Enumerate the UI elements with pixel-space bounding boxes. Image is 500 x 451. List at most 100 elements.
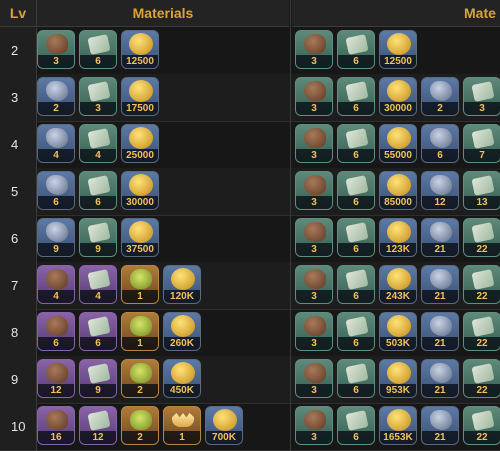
material-slot[interactable]: 6 [79, 312, 117, 351]
material-slot[interactable]: 30000 [379, 77, 417, 116]
material-slot[interactable]: 700K [205, 406, 243, 445]
material-slot[interactable]: 6 [337, 77, 375, 116]
material-slot[interactable]: 3 [295, 30, 333, 69]
material-slot[interactable]: 1 [163, 406, 201, 445]
wood-icon [46, 269, 68, 289]
material-slot[interactable]: 37500 [121, 218, 159, 257]
material-slot[interactable]: 4 [79, 124, 117, 163]
material-slot[interactable]: 6 [37, 171, 75, 210]
material-slot[interactable]: 1653K [379, 406, 417, 445]
material-count: 55000 [380, 149, 416, 162]
material-slot[interactable]: 3 [295, 312, 333, 351]
material-count: 6 [80, 196, 116, 209]
material-slot[interactable]: 12500 [121, 30, 159, 69]
material-slot[interactable]: 3 [463, 77, 500, 116]
material-slot[interactable]: 2 [121, 359, 159, 398]
material-slot[interactable]: 3 [295, 77, 333, 116]
level-number: 2 [11, 43, 19, 58]
material-slot[interactable]: 22 [463, 359, 500, 398]
material-slot[interactable]: 6 [337, 359, 375, 398]
material-slot[interactable]: 21 [421, 265, 459, 304]
material-slot[interactable]: 85000 [379, 171, 417, 210]
material-count: 700K [206, 431, 242, 444]
material-slot[interactable]: 6 [421, 124, 459, 163]
material-slot[interactable]: 6 [337, 218, 375, 257]
material-slot[interactable]: 21 [421, 312, 459, 351]
material-slot[interactable]: 12 [37, 359, 75, 398]
material-slot[interactable]: 1 [121, 312, 159, 351]
material-slot[interactable]: 9 [79, 359, 117, 398]
material-slot[interactable]: 30000 [121, 171, 159, 210]
material-slot[interactable]: 3 [295, 359, 333, 398]
material-slot[interactable]: 4 [37, 265, 75, 304]
material-slot[interactable]: 2 [121, 406, 159, 445]
material-slot[interactable]: 260K [163, 312, 201, 351]
material-slot[interactable]: 21 [421, 218, 459, 257]
material-slot[interactable]: 450K [163, 359, 201, 398]
material-slot[interactable]: 243K [379, 265, 417, 304]
material-count: 120K [164, 290, 200, 303]
material-slot[interactable]: 21 [421, 359, 459, 398]
material-count: 30000 [122, 196, 158, 209]
wood-icon [304, 269, 326, 289]
material-slot[interactable]: 25000 [121, 124, 159, 163]
material-count: 260K [164, 337, 200, 350]
material-count: 4 [38, 290, 74, 303]
material-slot[interactable]: 2 [421, 77, 459, 116]
material-slot[interactable]: 9 [37, 218, 75, 257]
material-slot[interactable]: 120K [163, 265, 201, 304]
material-slot[interactable]: 6 [37, 312, 75, 351]
material-slot[interactable]: 13 [463, 171, 500, 210]
material-slot[interactable]: 6 [337, 171, 375, 210]
material-slot[interactable]: 16 [37, 406, 75, 445]
material-slot[interactable]: 7 [463, 124, 500, 163]
material-slot[interactable]: 6 [337, 312, 375, 351]
material-slot[interactable]: 2 [37, 77, 75, 116]
material-slot[interactable]: 4 [37, 124, 75, 163]
wood-icon [46, 34, 68, 54]
level-cell: 10 [0, 403, 36, 450]
material-slot[interactable]: 12 [79, 406, 117, 445]
material-slot[interactable]: 22 [463, 265, 500, 304]
material-slot[interactable]: 3 [37, 30, 75, 69]
material-slot[interactable]: 953K [379, 359, 417, 398]
ore-icon [430, 175, 452, 195]
materials-group-next: 3 6 85000 12 13 [295, 171, 500, 210]
material-slot[interactable]: 6 [337, 124, 375, 163]
material-slot[interactable]: 22 [463, 312, 500, 351]
material-slot[interactable]: 3 [295, 124, 333, 163]
material-slot[interactable]: 6 [337, 30, 375, 69]
materials-group-next: 3 6 503K 21 22 [295, 312, 500, 351]
material-slot[interactable]: 3 [295, 406, 333, 445]
material-slot[interactable]: 55000 [379, 124, 417, 163]
material-slot[interactable]: 6 [79, 30, 117, 69]
material-slot[interactable]: 17500 [121, 77, 159, 116]
material-count: 12 [38, 384, 74, 397]
cloth-icon [471, 269, 495, 290]
material-slot[interactable]: 6 [79, 171, 117, 210]
material-slot[interactable]: 6 [337, 406, 375, 445]
material-count: 3 [296, 55, 332, 68]
materials-group: 6 6 30000 [37, 171, 159, 210]
material-slot[interactable]: 3 [295, 171, 333, 210]
material-slot[interactable]: 22 [463, 406, 500, 445]
material-slot[interactable]: 12 [421, 171, 459, 210]
material-slot[interactable]: 3 [295, 265, 333, 304]
material-count: 6 [80, 55, 116, 68]
cloth-icon [345, 410, 369, 431]
material-slot[interactable]: 1 [121, 265, 159, 304]
material-slot[interactable]: 9 [79, 218, 117, 257]
material-slot[interactable]: 123K [379, 218, 417, 257]
ore-icon [430, 222, 452, 242]
material-slot[interactable]: 12500 [379, 30, 417, 69]
material-count: 3 [296, 431, 332, 444]
material-slot[interactable]: 6 [337, 265, 375, 304]
gold-coin-icon [387, 33, 411, 55]
material-slot[interactable]: 503K [379, 312, 417, 351]
material-slot[interactable]: 3 [295, 218, 333, 257]
material-slot[interactable]: 22 [463, 218, 500, 257]
material-slot[interactable]: 21 [421, 406, 459, 445]
material-slot[interactable]: 4 [79, 265, 117, 304]
header-materials: Materials [37, 0, 289, 27]
material-slot[interactable]: 3 [79, 77, 117, 116]
